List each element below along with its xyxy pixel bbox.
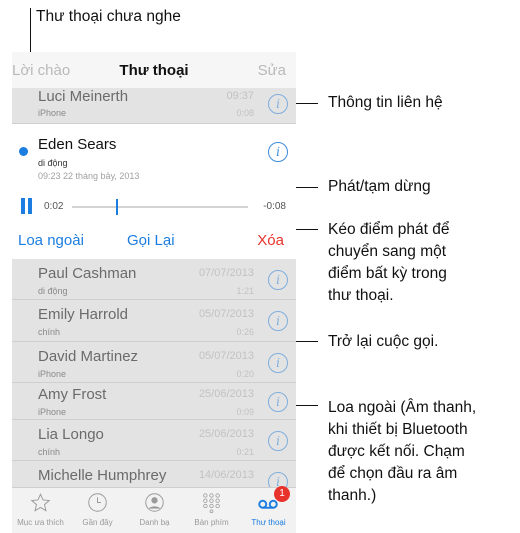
caller-phone-type: chính (38, 447, 61, 457)
callout-speaker: Loa ngoài (Âm thanh, khi thiết bị Blueto… (328, 397, 476, 507)
voicemail-duration: 0:09 (236, 407, 254, 417)
info-icon[interactable]: i (268, 270, 288, 290)
edit-button[interactable]: Sửa (258, 62, 286, 79)
tab-contacts[interactable]: Danh bạ (126, 488, 183, 533)
caller-phone-type: iPhone (38, 369, 67, 379)
callout-speaker-line: để chọn đầu ra âm (328, 465, 458, 482)
tab-keypad[interactable]: Bàn phím (183, 488, 240, 533)
voicemail-date: 07/07/2013 (198, 267, 254, 279)
caller-phone-type: di động (38, 158, 68, 168)
info-icon[interactable]: i (268, 353, 288, 373)
voicemail-date: 14/06/2013 (198, 469, 254, 481)
caller-phone-type: di động (38, 286, 68, 296)
caller-phone-type: iPhone (38, 108, 67, 118)
caller-phone-type: iPhone (38, 407, 67, 417)
phone-screen: Lời chào Thư thoại Sửa Luci Meinerth iPh… (12, 52, 296, 533)
voicemail-duration: 0:21 (236, 447, 254, 457)
info-icon[interactable]: i (268, 142, 288, 162)
call-back-button[interactable]: Gọi Lại (127, 232, 175, 249)
scrubber-track[interactable] (72, 199, 248, 215)
caller-name: Amy Frost (38, 386, 107, 403)
voicemail-date: 25/06/2013 (198, 428, 254, 440)
callout-unheard: Thư thoại chưa nghe (36, 8, 181, 25)
voicemail-date: 25/06/2013 (198, 388, 254, 400)
tab-recents[interactable]: Gần đây (69, 488, 126, 533)
caller-name: Michelle Humphrey (38, 467, 167, 484)
caller-name: Luci Meinerth (38, 88, 129, 105)
action-bar: Loa ngoài Gọi Lại Xóa (12, 226, 296, 254)
voicemail-date: 09:37 (226, 90, 254, 102)
caller-name: Eden Sears (38, 136, 117, 153)
voicemail-date: 05/07/2013 (198, 350, 254, 362)
caller-name: Emily Harrold (38, 306, 129, 323)
pause-icon[interactable] (20, 198, 34, 214)
callout-call-back: Trở lại cuộc gọi. (328, 333, 439, 350)
tab-voicemail[interactable]: 1 Thư thoại (240, 486, 296, 533)
callout-scrub-line: chuyển sang một (328, 243, 447, 260)
tab-bar: Mục ưa thích Gần đây Danh bạ Bàn phím 1 … (12, 486, 296, 533)
voicemail-duration: 0:26 (236, 327, 254, 337)
caller-name: Lia Longo (38, 426, 104, 443)
callout-speaker-line: Loa ngoài (Âm thanh, (328, 399, 477, 416)
callout-play-pause: Phát/tạm dừng (328, 178, 431, 195)
callout-contact-info: Thông tin liên hệ (328, 94, 443, 111)
callout-scrub-line: thư thoại. (328, 287, 394, 304)
caller-name: David Martinez (38, 348, 139, 365)
voicemail-row[interactable]: Luci Meinerth iPhone 09:37 0:08 i (12, 88, 296, 124)
callout-speaker-line: khi thiết bị Bluetooth (328, 421, 468, 438)
unheard-dot (19, 147, 28, 156)
voicemail-row[interactable]: Emily Harrold chính 05/07/2013 0:26 i (12, 300, 296, 342)
callout-scrub: Kéo điểm phát để chuyển sang một điểm bấ… (328, 219, 450, 307)
callout-scrub-line: điểm bất kỳ trong (328, 265, 447, 282)
star-icon (30, 492, 51, 512)
tab-favorites[interactable]: Mục ưa thích (12, 488, 69, 533)
caller-phone-type: chính (38, 327, 61, 337)
info-icon[interactable]: i (268, 431, 288, 451)
tab-label: Thư thoại (251, 518, 286, 527)
voicemail-row[interactable]: Paul Cashman di động 07/07/2013 1:21 i (12, 259, 296, 300)
contacts-icon (145, 493, 164, 512)
voicemail-datetime: 09:23 22 tháng bảy, 2013 (38, 171, 140, 181)
callout-speaker-line: thanh.) (328, 487, 377, 504)
keypad-icon (203, 493, 220, 513)
callout-speaker-line: được kết nối. Chạm (328, 443, 465, 460)
voicemail-duration: 0:08 (236, 108, 254, 118)
elapsed-time: 0:02 (44, 201, 64, 212)
navigation-bar: Lời chào Thư thoại Sửa (12, 52, 296, 89)
info-icon[interactable]: i (268, 392, 288, 412)
info-icon[interactable]: i (268, 311, 288, 331)
callout-scrub-line: Kéo điểm phát để (328, 221, 450, 238)
voicemail-duration: 0:20 (236, 369, 254, 379)
scrubber-playhead[interactable] (116, 199, 118, 215)
clock-icon (88, 493, 107, 512)
voicemail-row[interactable]: Lia Longo chính 25/06/2013 0:21 i (12, 420, 296, 461)
delete-button[interactable]: Xóa (257, 232, 284, 249)
page-title: Thư thoại (119, 62, 189, 79)
remaining-time: -0:08 (263, 201, 286, 212)
speaker-button[interactable]: Loa ngoài (18, 232, 84, 249)
voicemail-row[interactable]: Amy Frost iPhone 25/06/2013 0:09 i (12, 383, 296, 420)
unread-badge: 1 (274, 486, 290, 502)
info-icon[interactable]: i (268, 94, 288, 114)
voicemail-row[interactable]: David Martinez iPhone 05/07/2013 0:20 i (12, 342, 296, 383)
voicemail-duration: 1:21 (236, 286, 254, 296)
caller-name: Paul Cashman (38, 265, 137, 282)
voicemail-date: 05/07/2013 (198, 308, 254, 320)
